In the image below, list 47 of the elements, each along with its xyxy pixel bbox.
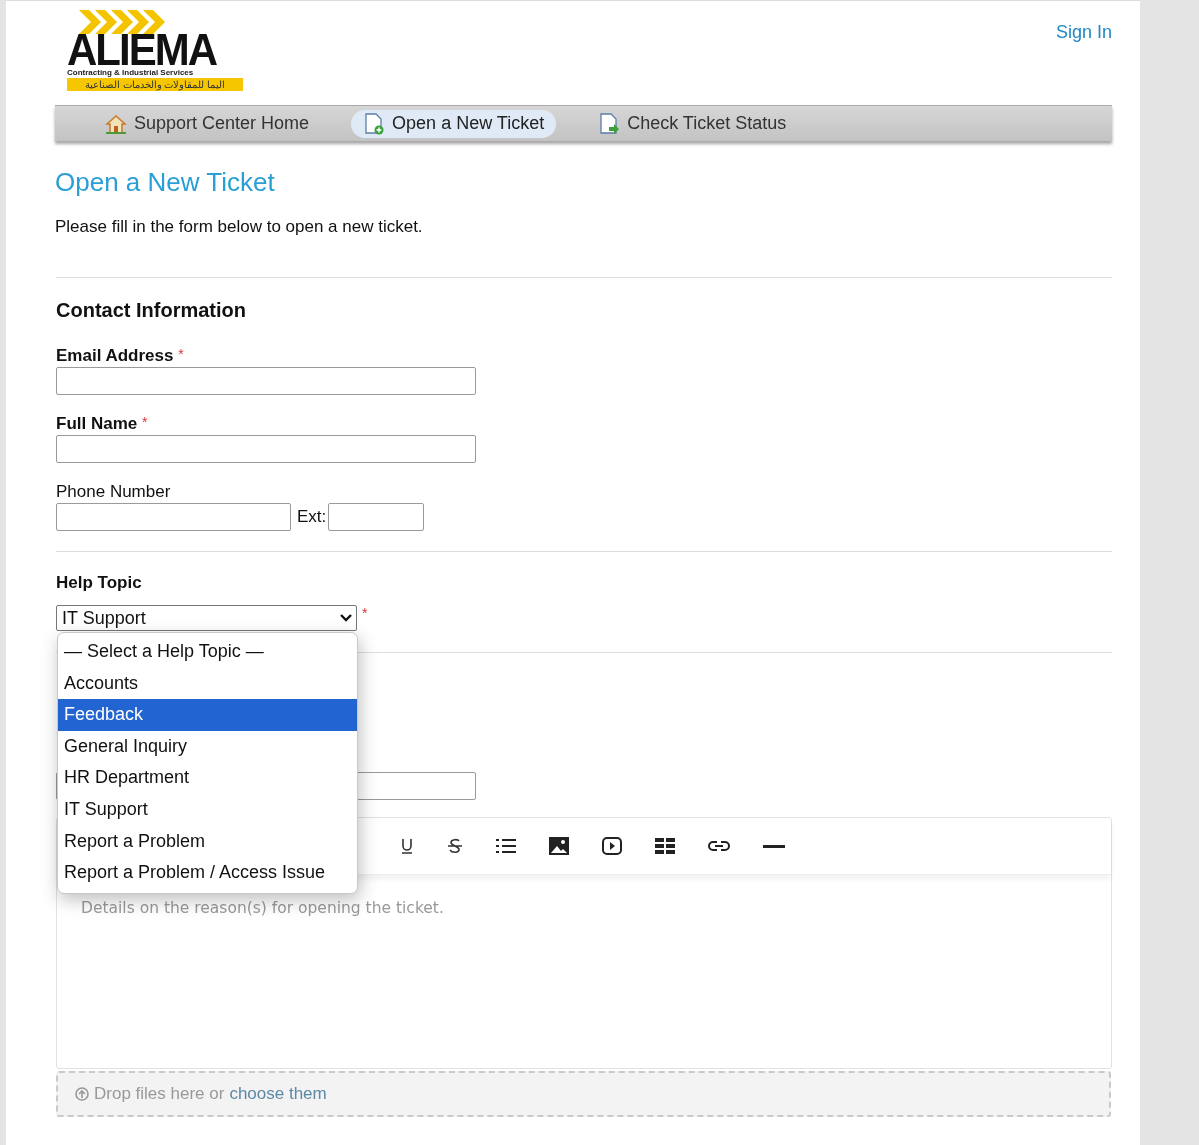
field-label: Full Name [56,414,138,433]
text-field[interactable] [56,435,476,463]
list-icon[interactable] [496,839,516,853]
image-icon[interactable] [549,837,569,855]
link-icon[interactable] [708,840,730,852]
logo-tagline: Contracting & Industrial Services [67,68,195,78]
chevron-down-icon [340,614,352,622]
sign-in-link[interactable]: Sign In [1055,22,1112,43]
drop-zone-text: Drop files here or [94,1084,225,1104]
required-mark: * [362,605,368,621]
logo-name: ALIEMA [67,31,218,69]
dropdown-option[interactable]: Report a Problem / Access Issue [58,857,357,889]
phone-field[interactable] [56,503,291,531]
field-label: Email Address [56,346,174,365]
text-field[interactable] [56,367,476,395]
field-label: Help Topic [56,573,142,592]
ext-label: Ext: [297,507,327,527]
house-icon [105,113,127,134]
drop-zone[interactable]: Drop files here or choose them [56,1071,1111,1117]
help-topic-select[interactable]: IT Support [56,605,357,631]
document-plus-icon [363,112,386,135]
dropdown-option[interactable]: General Inquiry [58,730,357,763]
play-icon[interactable] [602,837,622,855]
nav-tab[interactable]: Support Center Home [93,110,322,137]
underline-icon[interactable] [400,837,414,855]
dropdown-option[interactable]: — Select a Help Topic — [58,636,357,668]
document-arrow-icon [598,112,621,135]
nav-tab[interactable]: Open a New Ticket [351,109,557,138]
intro-text: Please fill in the form below to open a new ticket. [55,217,424,237]
editor-placeholder: Details on the reason(s) for opening the ticket. [80,898,445,919]
section-heading: Contact Information [56,298,247,322]
dropdown-option[interactable]: Accounts [58,667,357,700]
horizontal-rule-icon[interactable] [763,844,785,848]
required-mark: * [142,414,148,430]
dropdown-option[interactable]: HR Department [58,762,357,794]
field-label: Phone Number [56,482,171,501]
page-title: Open a New Ticket [55,167,276,197]
nav-tab[interactable]: Check Ticket Status [586,109,799,138]
upload-icon [75,1087,89,1101]
table-icon[interactable] [655,838,675,854]
logo-arabic-tagline: اليما للمقاولات والخدمات الصناعية [67,78,243,91]
dropdown-option[interactable]: Feedback [58,699,357,731]
choose-files-link[interactable]: choose them [229,1084,327,1104]
strikethrough-icon[interactable] [447,837,463,855]
dropdown-option[interactable]: Report a Problem [58,825,357,858]
ext-field[interactable] [328,503,425,531]
required-mark: * [178,346,184,362]
